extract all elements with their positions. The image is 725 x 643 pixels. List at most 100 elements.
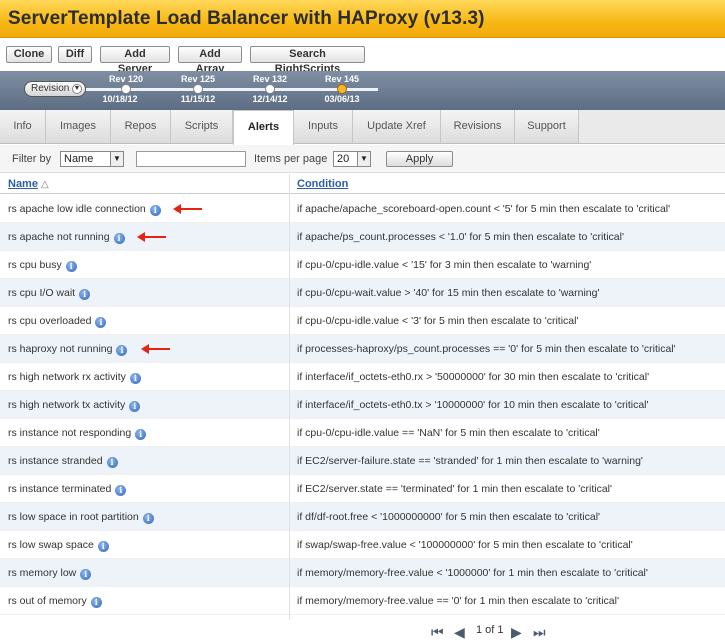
info-icon[interactable]: i <box>129 401 141 412</box>
column-header-condition[interactable]: Condition <box>297 178 348 190</box>
alert-name[interactable]: rs high network tx activity i <box>8 399 141 412</box>
table-row[interactable]: rs high network rx activity i if interface… <box>0 363 725 391</box>
first-page-icon[interactable]: ⏮ <box>431 624 444 641</box>
diff-button[interactable]: Diff <box>58 46 92 63</box>
table-row[interactable]: rs memory low i if memory/memory-free.valu… <box>0 559 725 587</box>
filter-search-input[interactable] <box>136 151 246 167</box>
filter-by-select[interactable]: Name ▼ <box>60 151 124 167</box>
clone-button[interactable]: Clone <box>6 46 52 63</box>
table-row[interactable]: rs high network tx activity i if interface… <box>0 391 725 419</box>
revision-label: Rev 145 <box>324 74 360 84</box>
alert-name[interactable]: rs memory low i <box>8 567 92 580</box>
table-row[interactable]: rs instance not responding i if cpu-0/cpu-… <box>0 419 725 447</box>
alert-condition: if interface/if_octets-eth0.rx > '500000… <box>297 371 650 383</box>
table-row[interactable]: rs apache low idle connection i if apache/… <box>0 195 725 223</box>
tab-support[interactable]: Support <box>515 110 579 143</box>
page-title: ServerTemplate Load Balancer with HAProx… <box>8 8 485 29</box>
alert-name[interactable]: rs instance stranded i <box>8 455 118 468</box>
tab-repos[interactable]: Repos <box>111 110 171 143</box>
sort-asc-icon[interactable]: △ <box>41 179 49 190</box>
table-row[interactable]: rs instance terminated i if EC2/server.sta… <box>0 475 725 503</box>
alert-name-text: rs instance terminated <box>8 483 112 495</box>
info-icon[interactable]: i <box>65 261 77 272</box>
search-rightscripts-button[interactable]: Search RightScripts <box>250 46 365 75</box>
revision-date: 03/06/13 <box>324 94 360 104</box>
prev-page-icon[interactable]: ◀ <box>454 624 465 641</box>
info-icon[interactable]: i <box>106 457 118 468</box>
tab-revisions[interactable]: Revisions <box>441 110 515 143</box>
alert-name[interactable]: rs cpu I/O wait i <box>8 287 91 300</box>
table-row[interactable]: rs cpu I/O wait i if cpu-0/cpu-wait.value … <box>0 279 725 307</box>
tab-scripts[interactable]: Scripts <box>171 110 233 143</box>
info-icon[interactable]: i <box>97 541 109 552</box>
info-icon[interactable]: i <box>142 513 154 524</box>
column-header-name[interactable]: Name <box>8 178 38 190</box>
alert-name[interactable]: rs apache low idle connection i <box>8 203 161 216</box>
table-row[interactable]: rs instance stranded i if EC2/server-failu… <box>0 447 725 475</box>
tab-images[interactable]: Images <box>46 110 111 143</box>
alert-name[interactable]: rs haproxy not running i <box>8 343 128 356</box>
revision-selector[interactable]: Revision ▼ <box>24 81 86 97</box>
info-icon[interactable]: i <box>116 345 128 356</box>
alert-name-text: rs instance stranded <box>8 455 103 467</box>
alert-name-text: rs cpu overloaded <box>8 315 92 327</box>
alert-name[interactable]: rs low space in root partition i <box>8 511 154 524</box>
info-icon[interactable]: i <box>95 317 107 328</box>
alert-name[interactable]: rs high network rx activity i <box>8 371 141 384</box>
tab-bar: Info Images Repos Scripts Alerts Inputs … <box>0 110 725 145</box>
revision-label: Rev 125 <box>180 74 216 84</box>
next-page-icon[interactable]: ▶ <box>511 624 522 641</box>
filter-by-value: Name <box>64 153 94 165</box>
items-per-page-value: 20 <box>337 153 350 165</box>
alert-condition: if memory/memory-free.value < '1000000' … <box>297 567 648 579</box>
alert-name[interactable]: rs cpu busy i <box>8 259 77 272</box>
table-row[interactable]: rs apache not running i if apache/ps_count… <box>0 223 725 251</box>
revision-node[interactable] <box>121 84 131 94</box>
current-revision-node[interactable] <box>337 84 347 94</box>
filter-by-label: Filter by <box>12 153 52 165</box>
info-icon[interactable]: i <box>149 205 161 216</box>
info-icon[interactable]: i <box>80 569 92 580</box>
alert-name[interactable]: rs instance terminated i <box>8 483 127 496</box>
items-per-page-select[interactable]: 20 ▼ <box>333 151 371 167</box>
revision-node[interactable] <box>265 84 275 94</box>
tab-alerts[interactable]: Alerts <box>233 110 294 145</box>
table-row[interactable]: rs cpu busy i if cpu-0/cpu-idle.value < '1… <box>0 251 725 279</box>
alert-condition: if apache/apache_scoreboard-open.count <… <box>297 203 671 215</box>
items-per-page-label: Items per page <box>254 153 328 165</box>
info-icon[interactable]: i <box>129 373 141 384</box>
tab-inputs[interactable]: Inputs <box>294 110 353 143</box>
alert-condition: if cpu-0/cpu-idle.value < '3' for 5 min … <box>297 315 579 327</box>
revision-date: 11/15/12 <box>180 94 216 104</box>
table-row[interactable]: rs low space in root partition i if df/df-… <box>0 503 725 531</box>
alert-name[interactable]: rs apache not running i <box>8 231 125 244</box>
alert-condition: if df/df-root.free < '1000000000' for 5 … <box>297 511 601 523</box>
revision-node[interactable] <box>193 84 203 94</box>
alert-condition: if cpu-0/cpu-wait.value > '40' for 15 mi… <box>297 287 600 299</box>
add-server-button[interactable]: Add Server <box>100 46 170 75</box>
alert-name[interactable]: rs out of memory i <box>8 595 102 608</box>
alert-name-text: rs instance not responding <box>8 427 132 439</box>
tab-update-xref[interactable]: Update Xref <box>353 110 441 143</box>
revision-label: Rev 120 <box>108 74 144 84</box>
alert-name[interactable]: rs low swap space i <box>8 539 109 552</box>
tab-info[interactable]: Info <box>0 110 46 143</box>
title-bar: ServerTemplate Load Balancer with HAProx… <box>0 0 725 38</box>
action-toolbar: Clone Diff Add Server Add Array Search R… <box>0 38 725 75</box>
table-row[interactable]: rs haproxy not running i if processes-hapr… <box>0 335 725 363</box>
alert-name[interactable]: rs instance not responding i <box>8 427 147 440</box>
revision-date: 12/14/12 <box>252 94 288 104</box>
info-icon[interactable]: i <box>79 289 91 300</box>
alert-name[interactable]: rs cpu overloaded i <box>8 315 107 328</box>
table-row[interactable]: rs cpu overloaded i if cpu-0/cpu-idle.valu… <box>0 307 725 335</box>
table-row[interactable]: rs low swap space i if swap/swap-free.valu… <box>0 531 725 559</box>
alert-name-text: rs memory low <box>8 567 77 579</box>
table-row[interactable]: rs out of memory i if memory/memory-free.v… <box>0 587 725 615</box>
info-icon[interactable]: i <box>113 233 125 244</box>
info-icon[interactable]: i <box>135 429 147 440</box>
apply-button[interactable]: Apply <box>386 151 453 167</box>
info-icon[interactable]: i <box>90 597 102 608</box>
last-page-icon[interactable]: ⏭ <box>533 624 546 641</box>
info-icon[interactable]: i <box>115 485 127 496</box>
add-array-button[interactable]: Add Array <box>178 46 242 75</box>
